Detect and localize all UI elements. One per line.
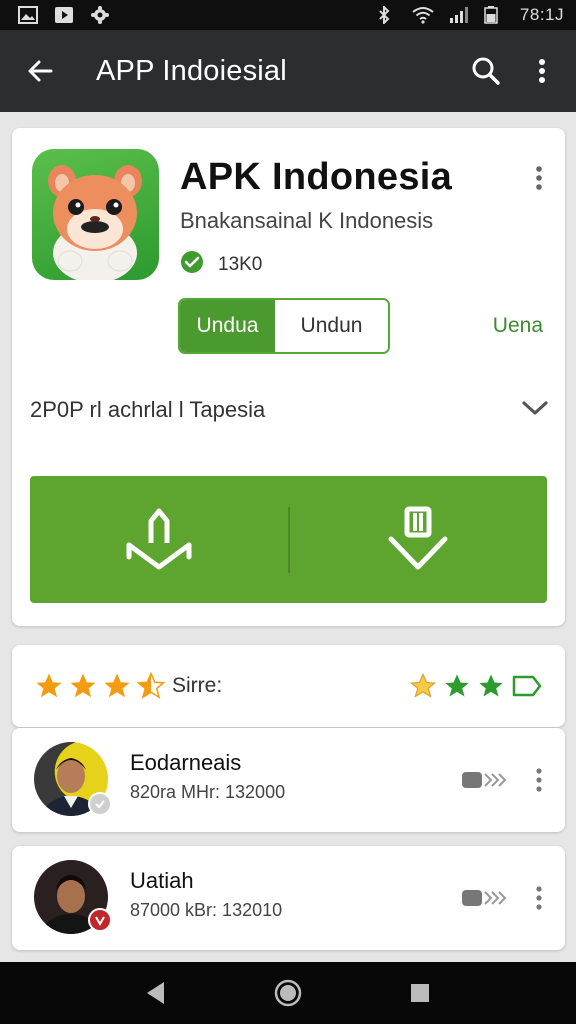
- more-vert-icon[interactable]: [522, 51, 562, 91]
- star-icon[interactable]: [477, 672, 505, 700]
- settings-gear-icon: [90, 6, 110, 24]
- back-triangle-icon[interactable]: [136, 973, 176, 1013]
- play-store-icon: [54, 6, 74, 24]
- app-icon: [32, 149, 159, 280]
- verified-row: 13K0: [180, 250, 262, 279]
- app-bar: APP Indoiesial: [0, 30, 576, 112]
- description-row[interactable]: 2P0P rl achrlal l Tapesia: [30, 390, 549, 430]
- upload-icon[interactable]: [30, 476, 288, 603]
- bluetooth-icon: [376, 4, 396, 26]
- tab-inactive[interactable]: Undun: [275, 300, 388, 352]
- more-vert-icon[interactable]: [529, 880, 549, 916]
- home-circle-icon[interactable]: [268, 973, 308, 1013]
- rating-label: Sirre:: [172, 674, 223, 697]
- rating-stars: [34, 671, 166, 701]
- download-count: 13K0: [218, 253, 263, 275]
- more-vert-icon[interactable]: [527, 160, 551, 196]
- image-icon: [18, 6, 38, 24]
- star-icon: [104, 673, 130, 698]
- list-item[interactable]: Eodarneais 820ra MHr: 132000: [12, 728, 565, 832]
- system-nav-bar: [0, 962, 576, 1024]
- app-developer: Bnakansainal K Indonesis: [180, 208, 434, 233]
- status-bar: 78:1J: [0, 0, 576, 30]
- user-meta: 820ra MHr: 132000: [130, 782, 286, 802]
- forward-icon[interactable]: [461, 764, 513, 796]
- star-icon: [70, 673, 96, 698]
- rating-actions: [409, 672, 543, 700]
- star-half-icon: [136, 671, 166, 699]
- action-link[interactable]: Uena: [493, 314, 543, 338]
- check-badge-icon: [88, 792, 112, 816]
- wifi-icon: [412, 6, 434, 24]
- status-time: 78:1J: [519, 5, 564, 24]
- action-panel: [30, 476, 547, 603]
- v-badge-icon: [88, 908, 112, 932]
- user-meta: 87000 kBr: 132010: [130, 900, 283, 920]
- user-name: Uatiah: [130, 868, 194, 893]
- star-icon[interactable]: [443, 672, 471, 700]
- check-circle-icon: [180, 250, 204, 279]
- list-item[interactable]: Uatiah 87000 kBr: 132010: [12, 846, 565, 950]
- rating-card: Sirre:: [12, 645, 565, 727]
- forward-icon[interactable]: [461, 882, 513, 914]
- tab-active[interactable]: Undua: [180, 300, 275, 352]
- app-detail-card: APK Indonesia Bnakansainal K Indonesis 1…: [12, 128, 565, 626]
- back-arrow-icon[interactable]: [22, 53, 58, 89]
- tag-icon[interactable]: [511, 673, 543, 699]
- search-icon[interactable]: [466, 51, 506, 91]
- description-text: 2P0P rl achrlal l Tapesia: [30, 397, 266, 422]
- recents-square-icon[interactable]: [400, 973, 440, 1013]
- user-name: Eodarneais: [130, 750, 242, 775]
- star-half-icon[interactable]: [409, 672, 437, 700]
- app-bar-title: APP Indoiesial: [96, 54, 287, 87]
- download-icon[interactable]: [290, 476, 548, 603]
- battery-icon: [484, 6, 504, 24]
- chevron-down-icon[interactable]: [521, 399, 549, 422]
- more-vert-icon[interactable]: [529, 762, 549, 798]
- signal-icon: [448, 6, 468, 24]
- star-icon: [36, 673, 62, 698]
- segmented-control: Undua Undun: [178, 298, 390, 354]
- app-name: APK Indonesia: [180, 156, 453, 198]
